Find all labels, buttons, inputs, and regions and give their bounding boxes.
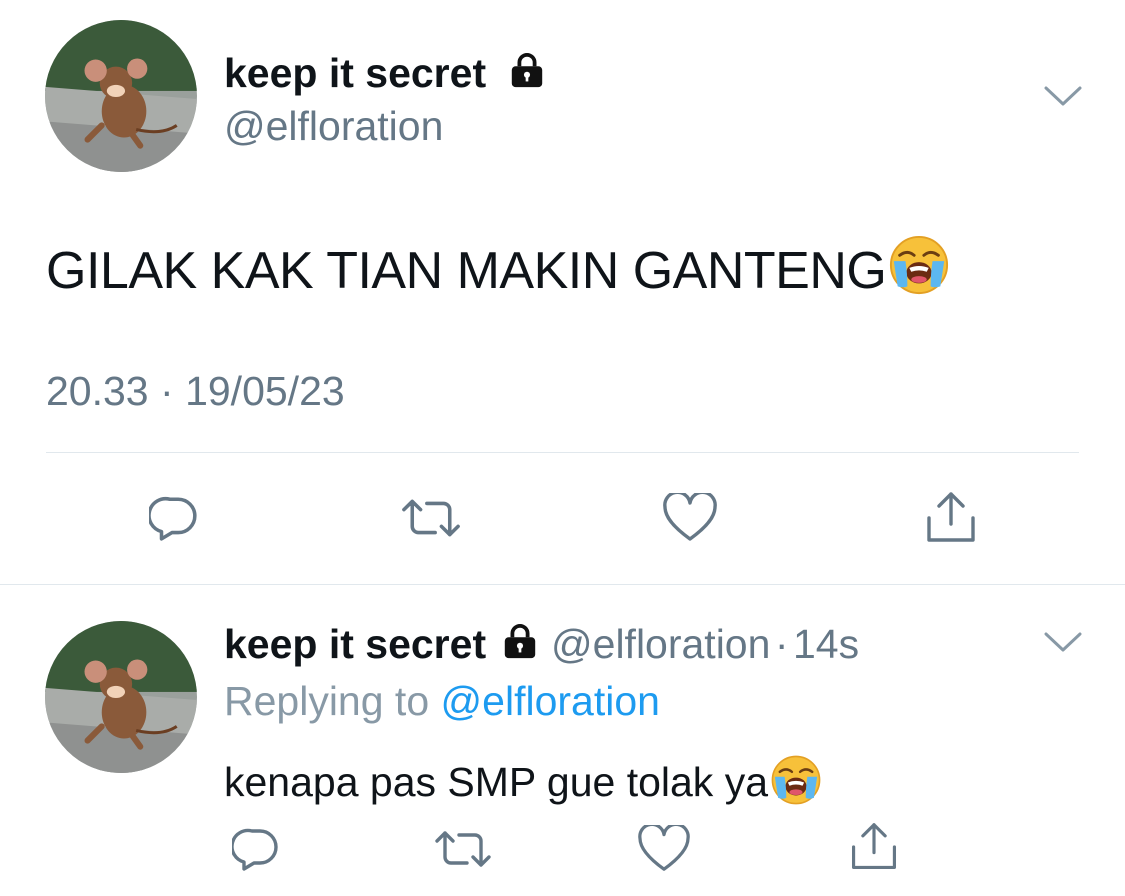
loudly-crying-face-icon: [770, 754, 822, 806]
main-tweet-author[interactable]: keep it secret: [224, 52, 546, 94]
comment-icon: [149, 493, 199, 543]
main-tweet-timestamp[interactable]: 20.33 · 19/05/23: [46, 371, 345, 412]
comment-icon: [232, 825, 280, 873]
main-tweet-date: 19/05/23: [185, 368, 345, 414]
replying-to: Replying to @elfloration: [224, 681, 660, 722]
heart-icon: [637, 825, 691, 873]
retweet-icon: [401, 493, 461, 543]
reply-tweet-display-name[interactable]: keep it secret: [224, 621, 486, 667]
reply-tweet-like-button[interactable]: [632, 817, 696, 881]
main-tweet-handle[interactable]: @elfloration: [224, 106, 443, 147]
main-tweet-time: 20.33: [46, 368, 149, 414]
retweet-button[interactable]: [399, 486, 463, 550]
heart-icon: [662, 493, 718, 543]
replying-to-handle[interactable]: @elfloration: [441, 678, 660, 724]
like-button[interactable]: [658, 486, 722, 550]
reply-tweet-time-ago[interactable]: 14s: [793, 621, 859, 667]
loudly-crying-face-icon: [888, 234, 950, 296]
reply-tweet-text-body: kenapa pas SMP gue tolak ya: [224, 759, 768, 805]
reply-tweet-retweet-button[interactable]: [431, 817, 495, 881]
lock-icon: [508, 52, 546, 90]
share-button[interactable]: [919, 486, 983, 550]
reply-tweet-avatar[interactable]: [45, 621, 197, 773]
reply-tweet-handle[interactable]: @elfloration: [551, 621, 770, 667]
replying-to-label: Replying to: [224, 678, 430, 724]
main-tweet-avatar[interactable]: [45, 20, 197, 172]
divider: [46, 452, 1079, 453]
reply-tweet-header: keep it secret @elfloration · 14s: [224, 623, 859, 665]
reply-button[interactable]: [142, 486, 206, 550]
reply-tweet-reply-button[interactable]: [224, 817, 288, 881]
retweet-icon: [434, 825, 492, 873]
share-icon: [848, 821, 900, 873]
reply-tweet-text: kenapa pas SMP gue tolak ya: [224, 754, 822, 806]
chevron-down-icon[interactable]: [1043, 630, 1083, 659]
share-icon: [923, 490, 979, 546]
chevron-down-icon[interactable]: [1043, 84, 1083, 113]
timestamp-separator: ·: [160, 368, 174, 414]
main-tweet-text: GILAK KAK TIAN MAKIN GANTENG: [46, 234, 950, 297]
tweet-separator: [0, 584, 1125, 585]
main-tweet-text-body: GILAK KAK TIAN MAKIN GANTENG: [46, 242, 887, 300]
reply-tweet-share-button[interactable]: [842, 815, 906, 879]
header-separator: ·: [774, 621, 789, 667]
lock-icon: [501, 623, 539, 661]
main-tweet-display-name[interactable]: keep it secret: [224, 50, 486, 96]
